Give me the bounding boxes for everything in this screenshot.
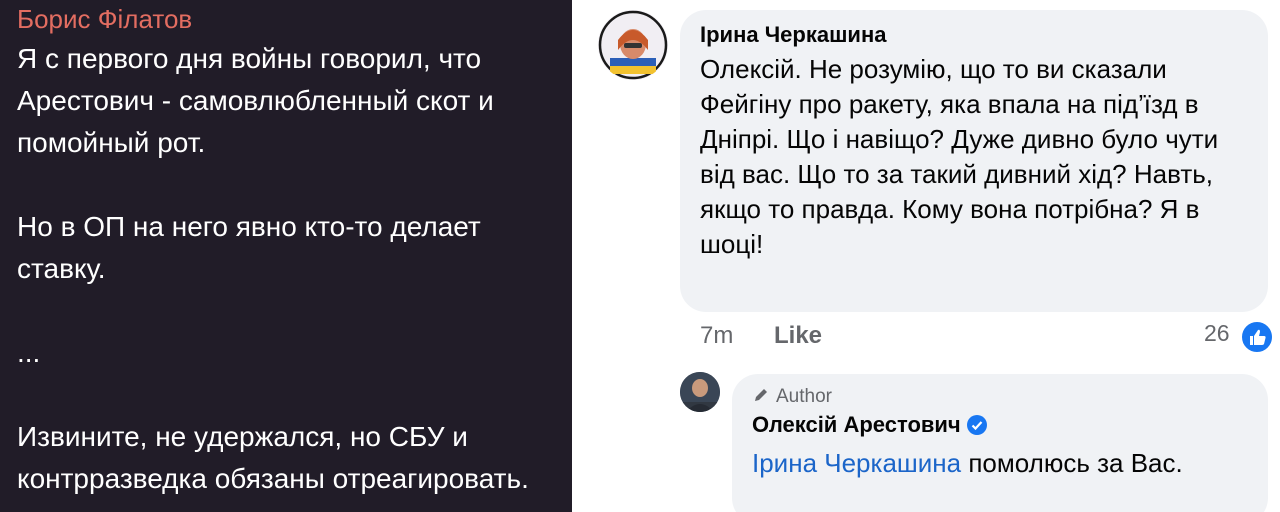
reply-author-avatar[interactable] (680, 372, 720, 412)
reaction-count[interactable]: 26 (1204, 320, 1230, 347)
like-button[interactable]: Like (774, 322, 822, 350)
message-body: Я с первого дня войны говорил, что Арест… (17, 38, 562, 500)
reply-mention-link[interactable]: Ірина Черкашина (752, 448, 961, 478)
facebook-comments-panel: Ірина Черкашина Олексій. Не розумію, що … (572, 0, 1280, 512)
reply-bubble: Author Олексій Арестович Ірина Черкашина… (732, 374, 1268, 512)
comment-timestamp[interactable]: 7m (700, 322, 733, 350)
message-paragraph: Но в ОП на него явно кто-то делает ставк… (17, 211, 481, 284)
verified-badge-icon (966, 415, 987, 435)
commenter-avatar[interactable] (598, 10, 668, 80)
message-sender-name[interactable]: Борис Філатов (17, 4, 192, 34)
reply-text: Ірина Черкашина помолюсь за Вас. (752, 446, 1252, 481)
author-badge-label: Author (776, 386, 832, 407)
thumbs-up-icon[interactable] (1240, 320, 1274, 354)
avatar-image (598, 10, 668, 80)
message-paragraph: Я с первого дня войны говорил, что Арест… (17, 43, 494, 158)
telegram-message-panel: Борис Філатов Я с первого дня войны гово… (0, 0, 572, 512)
pencil-icon (752, 386, 770, 410)
reply-author-name-text[interactable]: Олексій Арестович (752, 412, 961, 437)
commenter-name[interactable]: Ірина Черкашина (700, 22, 886, 48)
thumbs-up-glyph (1250, 329, 1266, 345)
message-paragraph: Извините, не удержался, но СБУ и контрра… (17, 421, 529, 494)
avatar-image (680, 372, 720, 412)
message-paragraph: ... (17, 337, 41, 368)
comment-text: Олексій. Не розумію, що то ви сказали Фе… (700, 54, 1219, 259)
reply-author-name[interactable]: Олексій Арестович (752, 412, 987, 438)
author-badge: Author (752, 386, 832, 410)
comment-bubble: Ірина Черкашина Олексій. Не розумію, що … (680, 10, 1268, 312)
reply-text-body: помолюсь за Вас. (968, 448, 1183, 478)
